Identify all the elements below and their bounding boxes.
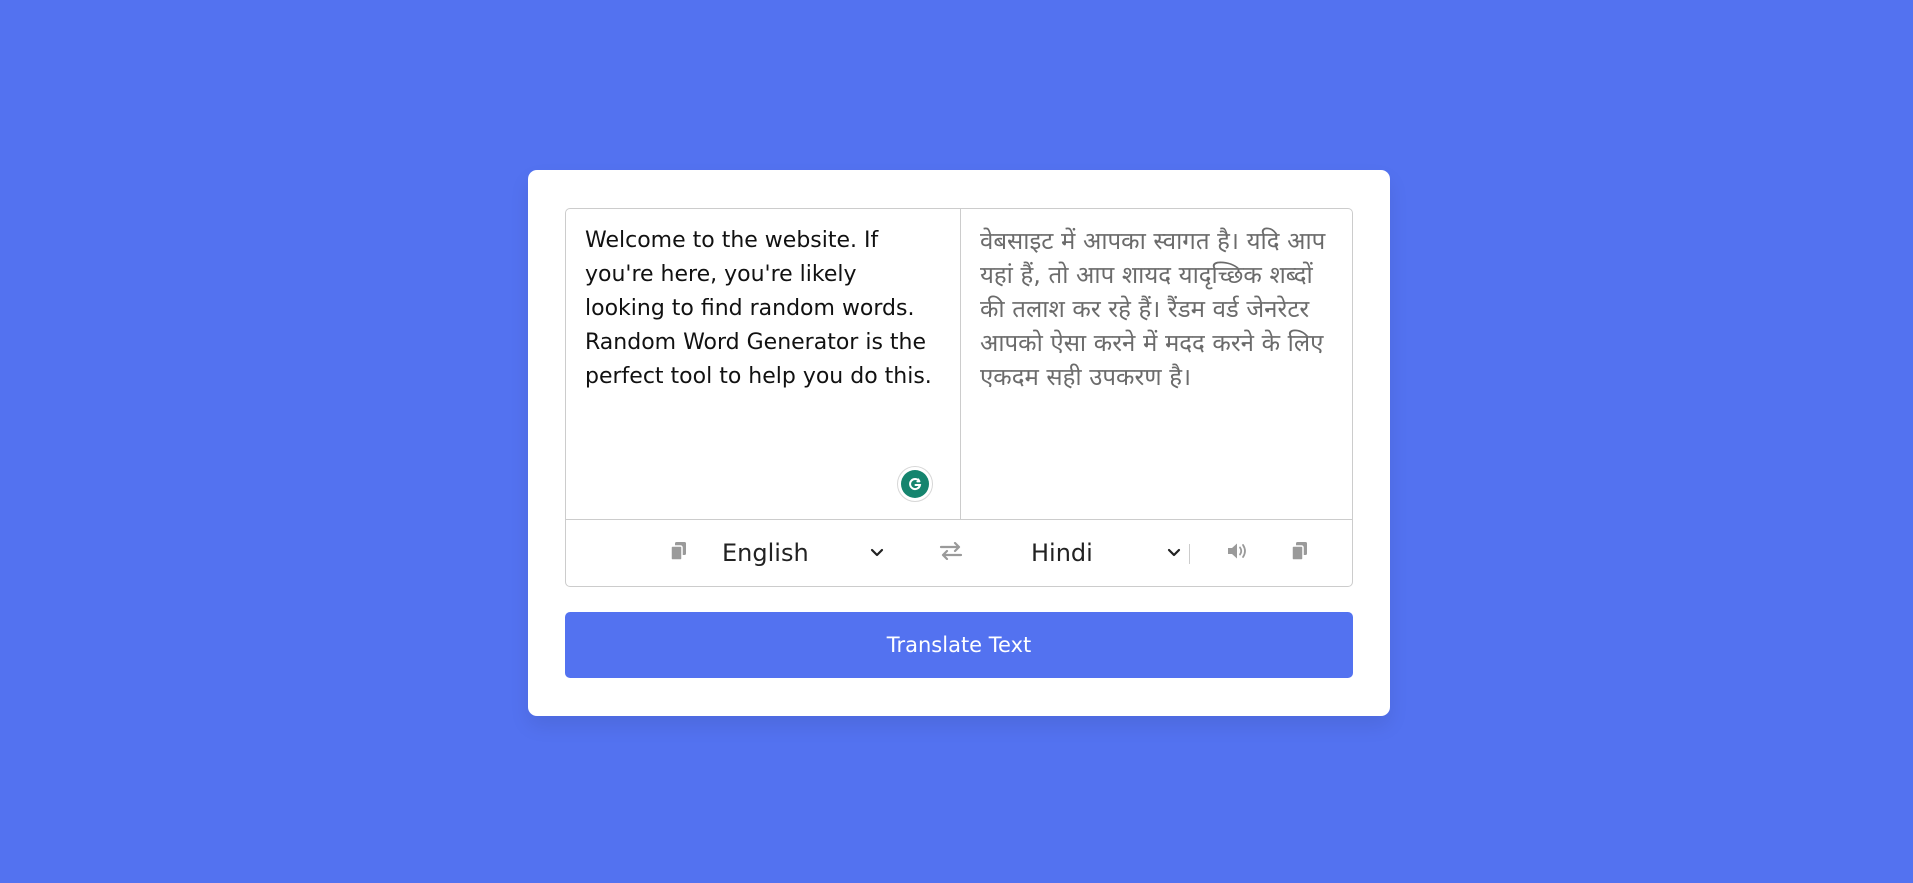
from-language-label: English [722, 539, 809, 567]
controls-row: English Hindi [566, 520, 1352, 586]
chevron-down-icon [1167, 548, 1181, 558]
translator-wrapper: Welcome to the website. If you're here, … [565, 208, 1353, 587]
copy-to-icon[interactable] [1291, 520, 1311, 586]
grammarly-icon[interactable] [897, 466, 933, 502]
volume-icon[interactable] [1227, 520, 1251, 586]
translator-card: Welcome to the website. If you're here, … [528, 170, 1390, 716]
text-input-area: Welcome to the website. If you're here, … [566, 209, 1352, 520]
translate-button[interactable]: Translate Text [565, 612, 1353, 678]
to-text: वेबसाइट में आपका स्वागत है। यदि आप यहां … [980, 227, 1326, 391]
from-text-area[interactable]: Welcome to the website. If you're here, … [566, 209, 960, 519]
to-language-label: Hindi [1031, 539, 1093, 567]
exchange-icon[interactable] [939, 520, 963, 586]
from-language-select[interactable]: English [722, 520, 884, 586]
select-divider [1189, 544, 1190, 564]
to-language-select[interactable]: Hindi [1031, 520, 1181, 586]
to-text-area[interactable]: वेबसाइट में आपका स्वागत है। यदि आप यहां … [960, 209, 1354, 519]
from-text: Welcome to the website. If you're here, … [585, 228, 932, 389]
copy-from-icon[interactable] [670, 520, 690, 586]
chevron-down-icon [870, 548, 884, 558]
